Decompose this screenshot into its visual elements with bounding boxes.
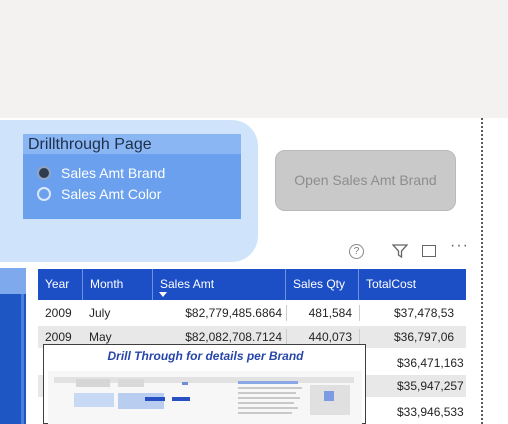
help-icon[interactable]: ? — [349, 244, 364, 259]
left-visual-scrollbar[interactable] — [21, 294, 24, 424]
filter-icon[interactable] — [391, 244, 409, 261]
more-options-icon[interactable]: ··· — [450, 238, 469, 254]
cell-divider — [286, 305, 287, 321]
open-sales-amt-brand-button[interactable]: Open Sales Amt Brand — [275, 150, 456, 211]
tooltip-preview-image — [48, 371, 362, 424]
cell-divider — [359, 305, 360, 321]
cell-totalcost: $33,946,533 — [397, 405, 464, 419]
visual-selection-border[interactable] — [481, 118, 483, 424]
drillthrough-page-slicer[interactable]: Drillthrough Page Sales Amt Brand Sales … — [23, 134, 241, 219]
cell-totalcost: $35,947,257 — [397, 379, 464, 393]
ribbon-area — [0, 0, 508, 118]
column-header-year[interactable]: Year — [38, 269, 83, 300]
slicer-option-label: Sales Amt Brand — [61, 165, 166, 181]
cell-year: 2009 — [45, 306, 72, 320]
cell-sales-amt: $82,779,485.6864 — [185, 306, 282, 320]
focus-mode-icon[interactable] — [422, 245, 436, 257]
left-visual-header — [0, 268, 26, 294]
cell-sales-qty: 481,584 — [308, 306, 352, 320]
table-row[interactable]: 2009 July $82,779,485.6864 481,584 $37,4… — [38, 302, 466, 324]
slicer-option-label: Sales Amt Color — [61, 186, 162, 202]
column-header-totalcost[interactable]: TotalCost — [359, 269, 466, 300]
drillthrough-tooltip: Drill Through for details per Brand — [43, 344, 366, 424]
cell-totalcost: $37,478,53 — [394, 306, 455, 320]
column-header-sales-qty[interactable]: Sales Qty — [286, 269, 359, 300]
cell-totalcost: $36,471,163 — [397, 356, 464, 370]
cell-totalcost: $36,797,06 — [394, 330, 455, 344]
radio-selected-icon[interactable] — [37, 166, 51, 180]
slicer-title: Drillthrough Page — [23, 134, 241, 154]
sort-descending-icon[interactable] — [159, 292, 167, 297]
radio-unselected-icon[interactable] — [37, 187, 51, 201]
column-header-sales-amt[interactable]: Sales Amt — [153, 269, 286, 300]
tooltip-title: Drill Through for details per Brand — [107, 349, 304, 363]
cell-divider — [359, 329, 360, 345]
table-header: Year Month Sales Amt Sales Qty TotalCost — [38, 269, 466, 300]
cell-month: July — [89, 306, 111, 320]
column-header-month[interactable]: Month — [83, 269, 153, 300]
cell-divider — [286, 329, 287, 345]
